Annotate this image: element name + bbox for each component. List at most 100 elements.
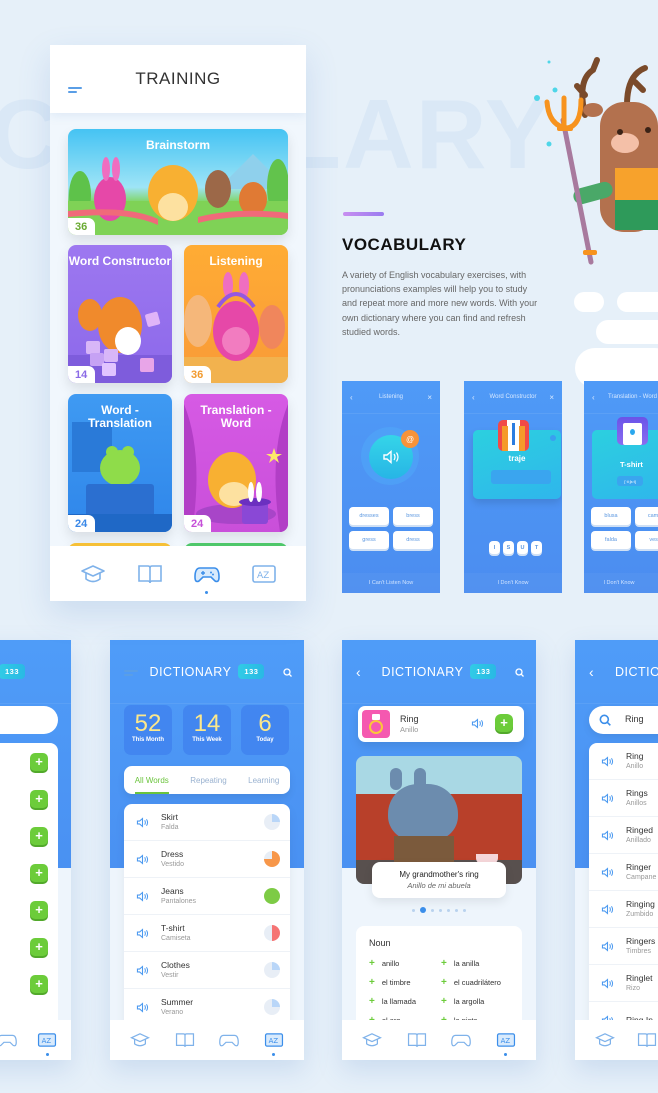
tab-learning[interactable]: Learning [248, 776, 279, 785]
speaker-icon[interactable] [471, 718, 484, 729]
search-icon[interactable] [283, 668, 292, 677]
add-word-button[interactable]: + [30, 938, 48, 956]
az-dictionary-icon[interactable]: AZ [251, 563, 277, 585]
add-word-button[interactable]: + [30, 753, 48, 771]
carousel-dot[interactable] [447, 908, 450, 912]
list-item[interactable]: Ringed Anillado [589, 817, 658, 854]
az-dictionary-icon[interactable]: AZ [37, 1031, 57, 1056]
back-icon[interactable]: ‹ [350, 393, 353, 402]
search-icon[interactable] [515, 668, 524, 677]
translation-option[interactable]: + el cuadrilátero [441, 977, 501, 988]
answer-option[interactable]: dresses [349, 507, 389, 525]
list-item[interactable]: Ring Anillo [589, 743, 658, 780]
letter-tile[interactable]: U [517, 541, 528, 554]
graduation-cap-icon[interactable] [362, 1031, 383, 1049]
card-translation-word[interactable]: Translation - Word 24 [184, 394, 288, 532]
answer-option[interactable]: vesti [635, 531, 658, 549]
answer-field[interactable] [491, 470, 551, 484]
az-dictionary-icon[interactable]: AZ [496, 1031, 516, 1056]
search-input[interactable] [0, 706, 58, 734]
carousel-dot-active[interactable] [420, 907, 426, 913]
gamepad-icon[interactable] [219, 1031, 240, 1049]
book-icon[interactable] [407, 1031, 427, 1049]
transcription-button[interactable]: [ˈtiːʃɜːt] [617, 476, 643, 486]
back-icon[interactable]: ‹ [472, 393, 475, 402]
menu-icon[interactable] [68, 87, 82, 93]
translation-option[interactable]: + el timbre [369, 977, 411, 988]
add-word-button[interactable]: + [495, 714, 513, 732]
translation-option[interactable]: + la argolla [441, 996, 484, 1007]
letter-tile[interactable]: S [503, 541, 514, 554]
translation-option[interactable]: + anillo [369, 958, 399, 969]
slow-speed-button[interactable]: @ [401, 430, 419, 448]
speaker-icon[interactable] [136, 853, 150, 865]
carousel-dot[interactable] [463, 908, 466, 912]
list-item[interactable]: Dress Vestido [124, 841, 290, 878]
menu-icon[interactable] [124, 670, 138, 676]
add-word-button[interactable]: + [30, 790, 48, 808]
speaker-icon[interactable] [136, 816, 150, 828]
carousel-dot[interactable] [439, 908, 442, 912]
translation-option[interactable]: + la llamada [369, 996, 416, 1007]
answer-option[interactable]: dress [393, 531, 433, 549]
speaker-icon[interactable] [601, 866, 615, 878]
list-item[interactable]: Jeans Pantalones [124, 878, 290, 915]
add-word-button[interactable]: + [30, 864, 48, 882]
speaker-icon[interactable] [601, 829, 615, 841]
card-listening[interactable]: Listening 36 [184, 245, 288, 383]
carousel-dot[interactable] [455, 908, 458, 912]
speaker-icon[interactable] [136, 890, 150, 902]
carousel-dot[interactable] [412, 908, 415, 912]
list-item[interactable]: Ringers Timbres [589, 928, 658, 965]
answer-option[interactable]: gress [349, 531, 389, 549]
gamepad-icon[interactable] [451, 1031, 472, 1049]
graduation-cap-icon[interactable] [595, 1031, 615, 1049]
az-dictionary-icon[interactable]: AZ [264, 1031, 284, 1056]
tab-all-words[interactable]: All Words [134, 776, 169, 794]
skip-button[interactable]: I Can't Listen Now [342, 573, 440, 593]
speaker-icon[interactable] [601, 903, 615, 915]
speaker-icon[interactable] [601, 755, 615, 767]
speaker-icon[interactable] [601, 792, 615, 804]
card-brainstorm[interactable]: Brainstorm 36 [68, 129, 288, 235]
answer-option[interactable]: falda [591, 531, 631, 549]
card-word-constructor[interactable]: Word Constructor 14 [68, 245, 172, 383]
add-word-button[interactable]: + [30, 827, 48, 845]
speaker-icon[interactable] [601, 940, 615, 952]
list-item[interactable]: Ringlet Rizo [589, 965, 658, 1002]
card-word-translation[interactable]: Word - Translation 24 [68, 394, 172, 532]
list-item[interactable]: Clothes Vestir [124, 952, 290, 989]
speaker-icon[interactable] [136, 1001, 150, 1013]
gamepad-icon[interactable] [0, 1031, 17, 1049]
answer-option[interactable]: bress [393, 507, 433, 525]
answer-option[interactable]: blusa [591, 507, 631, 525]
list-item[interactable]: Skirt Falda [124, 804, 290, 841]
list-item[interactable]: Rings Anillos [589, 780, 658, 817]
speaker-icon[interactable] [136, 964, 150, 976]
graduation-cap-icon[interactable] [80, 563, 106, 585]
list-item[interactable]: Ringer Campane [589, 854, 658, 891]
skip-button[interactable]: I Don't Know [464, 573, 562, 593]
answer-option[interactable]: camis [635, 507, 658, 525]
back-icon[interactable]: ‹ [356, 664, 361, 680]
translation-option[interactable]: + la anilla [441, 958, 479, 969]
letter-tile[interactable]: T [531, 541, 542, 554]
carousel-dot[interactable] [431, 908, 434, 912]
book-icon[interactable] [637, 1031, 657, 1049]
skip-button[interactable]: I Don't Know [584, 573, 658, 593]
tab-repeating[interactable]: Repeating [190, 776, 226, 785]
speaker-icon[interactable] [136, 927, 150, 939]
list-item[interactable]: T-shirt Camiseta [124, 915, 290, 952]
close-icon[interactable]: × [427, 393, 432, 402]
gamepad-icon[interactable] [193, 563, 220, 594]
search-input[interactable]: Ring [589, 706, 658, 734]
book-icon[interactable] [175, 1031, 195, 1049]
list-item[interactable]: Ringing Zumbido [589, 891, 658, 928]
add-word-button[interactable]: + [30, 975, 48, 993]
back-icon[interactable]: ‹ [589, 664, 594, 680]
speaker-icon[interactable] [601, 977, 615, 989]
book-icon[interactable] [137, 563, 163, 585]
letter-tile[interactable]: I [489, 541, 500, 554]
add-word-button[interactable]: + [30, 901, 48, 919]
back-icon[interactable]: ‹ [592, 393, 595, 402]
